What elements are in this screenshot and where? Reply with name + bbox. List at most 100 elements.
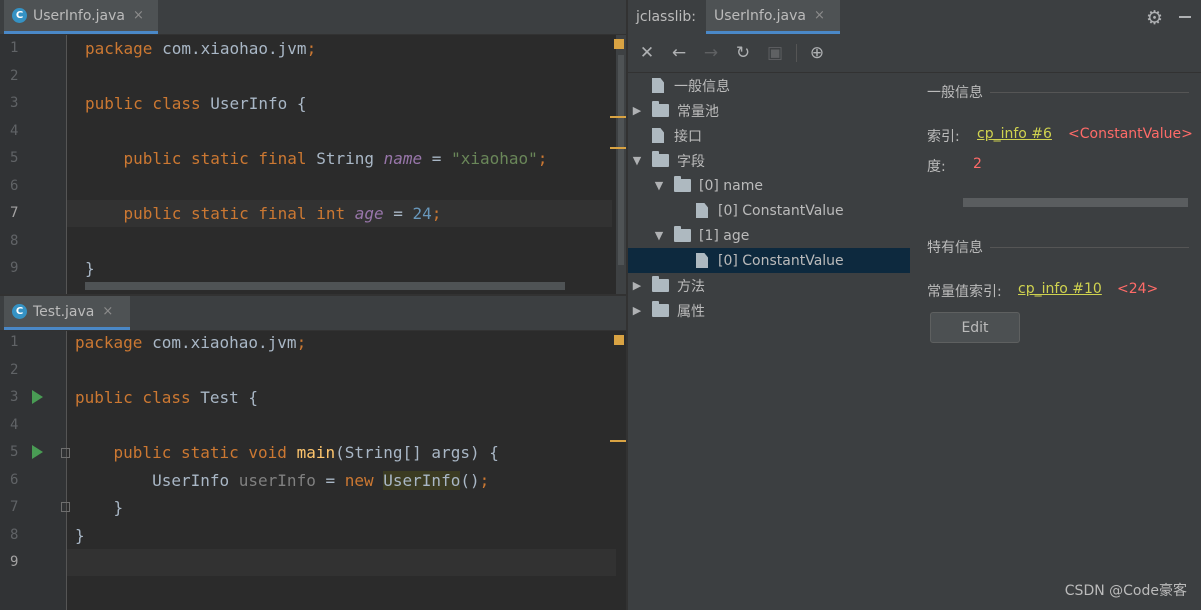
code-line[interactable]: UserInfo userInfo = new UserInfo(); — [75, 467, 489, 494]
code-line[interactable]: public static void main(String[] args) { — [75, 439, 499, 466]
expand-down-icon[interactable]: ▼ — [652, 229, 666, 242]
expand-right-icon[interactable]: ▶ — [630, 104, 644, 117]
vertical-scrollbar[interactable] — [616, 35, 626, 294]
code-token: com.xiaohao.jvm — [152, 333, 297, 352]
expand-down-icon[interactable]: ▼ — [652, 179, 666, 192]
folder-icon — [674, 176, 691, 192]
horizontal-scrollbar[interactable] — [85, 282, 565, 290]
code-editor[interactable]: 1 package com.xiaohao.jvm; 2 3 public class … — [0, 35, 626, 294]
code-line[interactable]: public class Test { — [75, 384, 258, 411]
minimize-icon[interactable] — [1179, 16, 1191, 18]
constant-value-index-label: 常量值索引: — [927, 284, 1002, 300]
class-structure-tree[interactable]: 一般信息 ▶ 常量池 接口 ▼ 字段 ▼ [0] name [0] ConstantValue ▼… — [628, 73, 910, 610]
code-token: UserInfo — [383, 470, 461, 490]
tree-node-label: [0] ConstantValue — [718, 202, 844, 219]
tree-node[interactable]: ▼ 字段 — [628, 148, 910, 173]
code-line[interactable]: } — [85, 255, 95, 282]
tree-node[interactable]: ▶ 常量池 — [628, 98, 910, 123]
line-number: 7 — [10, 205, 19, 221]
line-number: 5 — [10, 444, 19, 460]
line-number: 1 — [10, 334, 19, 350]
tree-node[interactable]: ▶ 方法 — [628, 273, 910, 298]
code-token: UserInfo — [75, 470, 239, 490]
edit-button[interactable]: Edit — [930, 312, 1020, 343]
tree-node[interactable]: 一般信息 — [628, 73, 910, 98]
code-line[interactable]: public static final int age = 24; — [85, 200, 442, 227]
code-line[interactable]: package com.xiaohao.jvm; — [85, 35, 316, 62]
tree-node[interactable]: ▼ [0] name — [628, 173, 910, 198]
code-line[interactable]: package com.xiaohao.jvm; — [75, 329, 306, 356]
horizontal-scrollbar[interactable] — [963, 198, 1188, 207]
warning-marker[interactable] — [614, 335, 624, 345]
forward-arrow-icon[interactable]: → — [700, 42, 722, 64]
top-editor-tabbar: C UserInfo.java × — [0, 0, 626, 35]
tree-node[interactable]: 接口 — [628, 123, 910, 148]
tree-node-label: 常量池 — [677, 103, 719, 120]
code-token: ; — [431, 204, 442, 223]
tree-node-label: 一般信息 — [674, 78, 730, 95]
tab-label: Test.java — [33, 303, 95, 320]
tab-userinfo-java[interactable]: C UserInfo.java × — [4, 0, 158, 34]
error-stripe-marker[interactable] — [610, 116, 626, 118]
current-line-highlight — [67, 549, 626, 576]
close-tab-icon[interactable]: × — [102, 304, 113, 319]
code-editor[interactable]: 1 package com.xiaohao.jvm; 2 3 public class … — [0, 331, 626, 610]
bottom-editor-tabbar: C Test.java × — [0, 296, 626, 331]
section-divider — [990, 92, 1189, 93]
folder-icon — [652, 151, 669, 167]
code-token: new — [344, 470, 384, 490]
constant-value: <24> — [1117, 281, 1159, 297]
scrollbar-thumb[interactable] — [618, 55, 624, 265]
folder-icon — [652, 301, 669, 317]
warning-marker[interactable] — [614, 39, 624, 49]
back-arrow-icon[interactable]: ← — [668, 42, 690, 64]
expand-right-icon[interactable]: ▶ — [630, 279, 644, 292]
fold-marker-icon[interactable] — [61, 502, 70, 512]
code-line[interactable]: } — [75, 494, 124, 521]
constant-value-index-link[interactable]: cp_info #10 — [1018, 281, 1102, 297]
code-line[interactable]: public static final String name = "xiaoh… — [85, 145, 548, 172]
save-icon[interactable]: ▣ — [764, 42, 786, 64]
line-number: 2 — [10, 67, 19, 84]
code-line[interactable]: public class UserInfo { — [85, 90, 307, 117]
code-token: ; — [296, 333, 307, 352]
length-value: 2 — [973, 156, 982, 172]
globe-icon[interactable]: ⊕ — [806, 42, 828, 64]
code-token: (String[] args) { — [335, 443, 499, 462]
expand-down-icon[interactable]: ▼ — [630, 154, 644, 167]
refresh-icon[interactable]: ↻ — [732, 42, 754, 64]
error-stripe-marker[interactable] — [610, 440, 626, 442]
close-tab-icon[interactable]: × — [133, 8, 144, 23]
code-token: } — [75, 498, 124, 517]
name-index-label: 索引: — [927, 129, 960, 145]
code-token: public class — [75, 388, 201, 407]
code-token: } — [85, 259, 95, 278]
tree-node[interactable]: [0] ConstantValue — [628, 248, 910, 273]
vertical-scrollbar[interactable] — [616, 331, 626, 610]
tree-node-label: 属性 — [677, 303, 705, 320]
file-icon — [696, 253, 708, 268]
error-stripe-marker[interactable] — [610, 147, 626, 149]
tree-node[interactable]: ▶ 属性 — [628, 298, 910, 323]
close-tab-icon[interactable]: × — [814, 8, 825, 23]
close-icon[interactable]: ✕ — [636, 42, 658, 64]
line-number: 4 — [10, 416, 19, 433]
tab-label: UserInfo.java — [714, 7, 806, 24]
tab-jclasslib-userinfo[interactable]: UserInfo.java × — [706, 0, 840, 34]
fold-marker-icon[interactable] — [61, 448, 70, 458]
tab-label: UserInfo.java — [33, 7, 125, 24]
code-token: age — [354, 204, 384, 223]
name-index-link[interactable]: cp_info #6 — [977, 126, 1052, 142]
tree-node[interactable]: ▼ [1] age — [628, 223, 910, 248]
expand-right-icon[interactable]: ▶ — [630, 304, 644, 317]
gear-icon[interactable]: ⚙ — [1146, 7, 1163, 29]
tab-test-java[interactable]: C Test.java × — [4, 296, 130, 330]
code-token: 24 — [412, 204, 432, 223]
tree-node[interactable]: [0] ConstantValue — [628, 198, 910, 223]
jclasslib-toolbar: ✕ ← → ↻ ▣ ⊕ — [628, 34, 1201, 73]
code-token: public static final — [123, 149, 317, 168]
code-line[interactable]: } — [75, 522, 85, 549]
